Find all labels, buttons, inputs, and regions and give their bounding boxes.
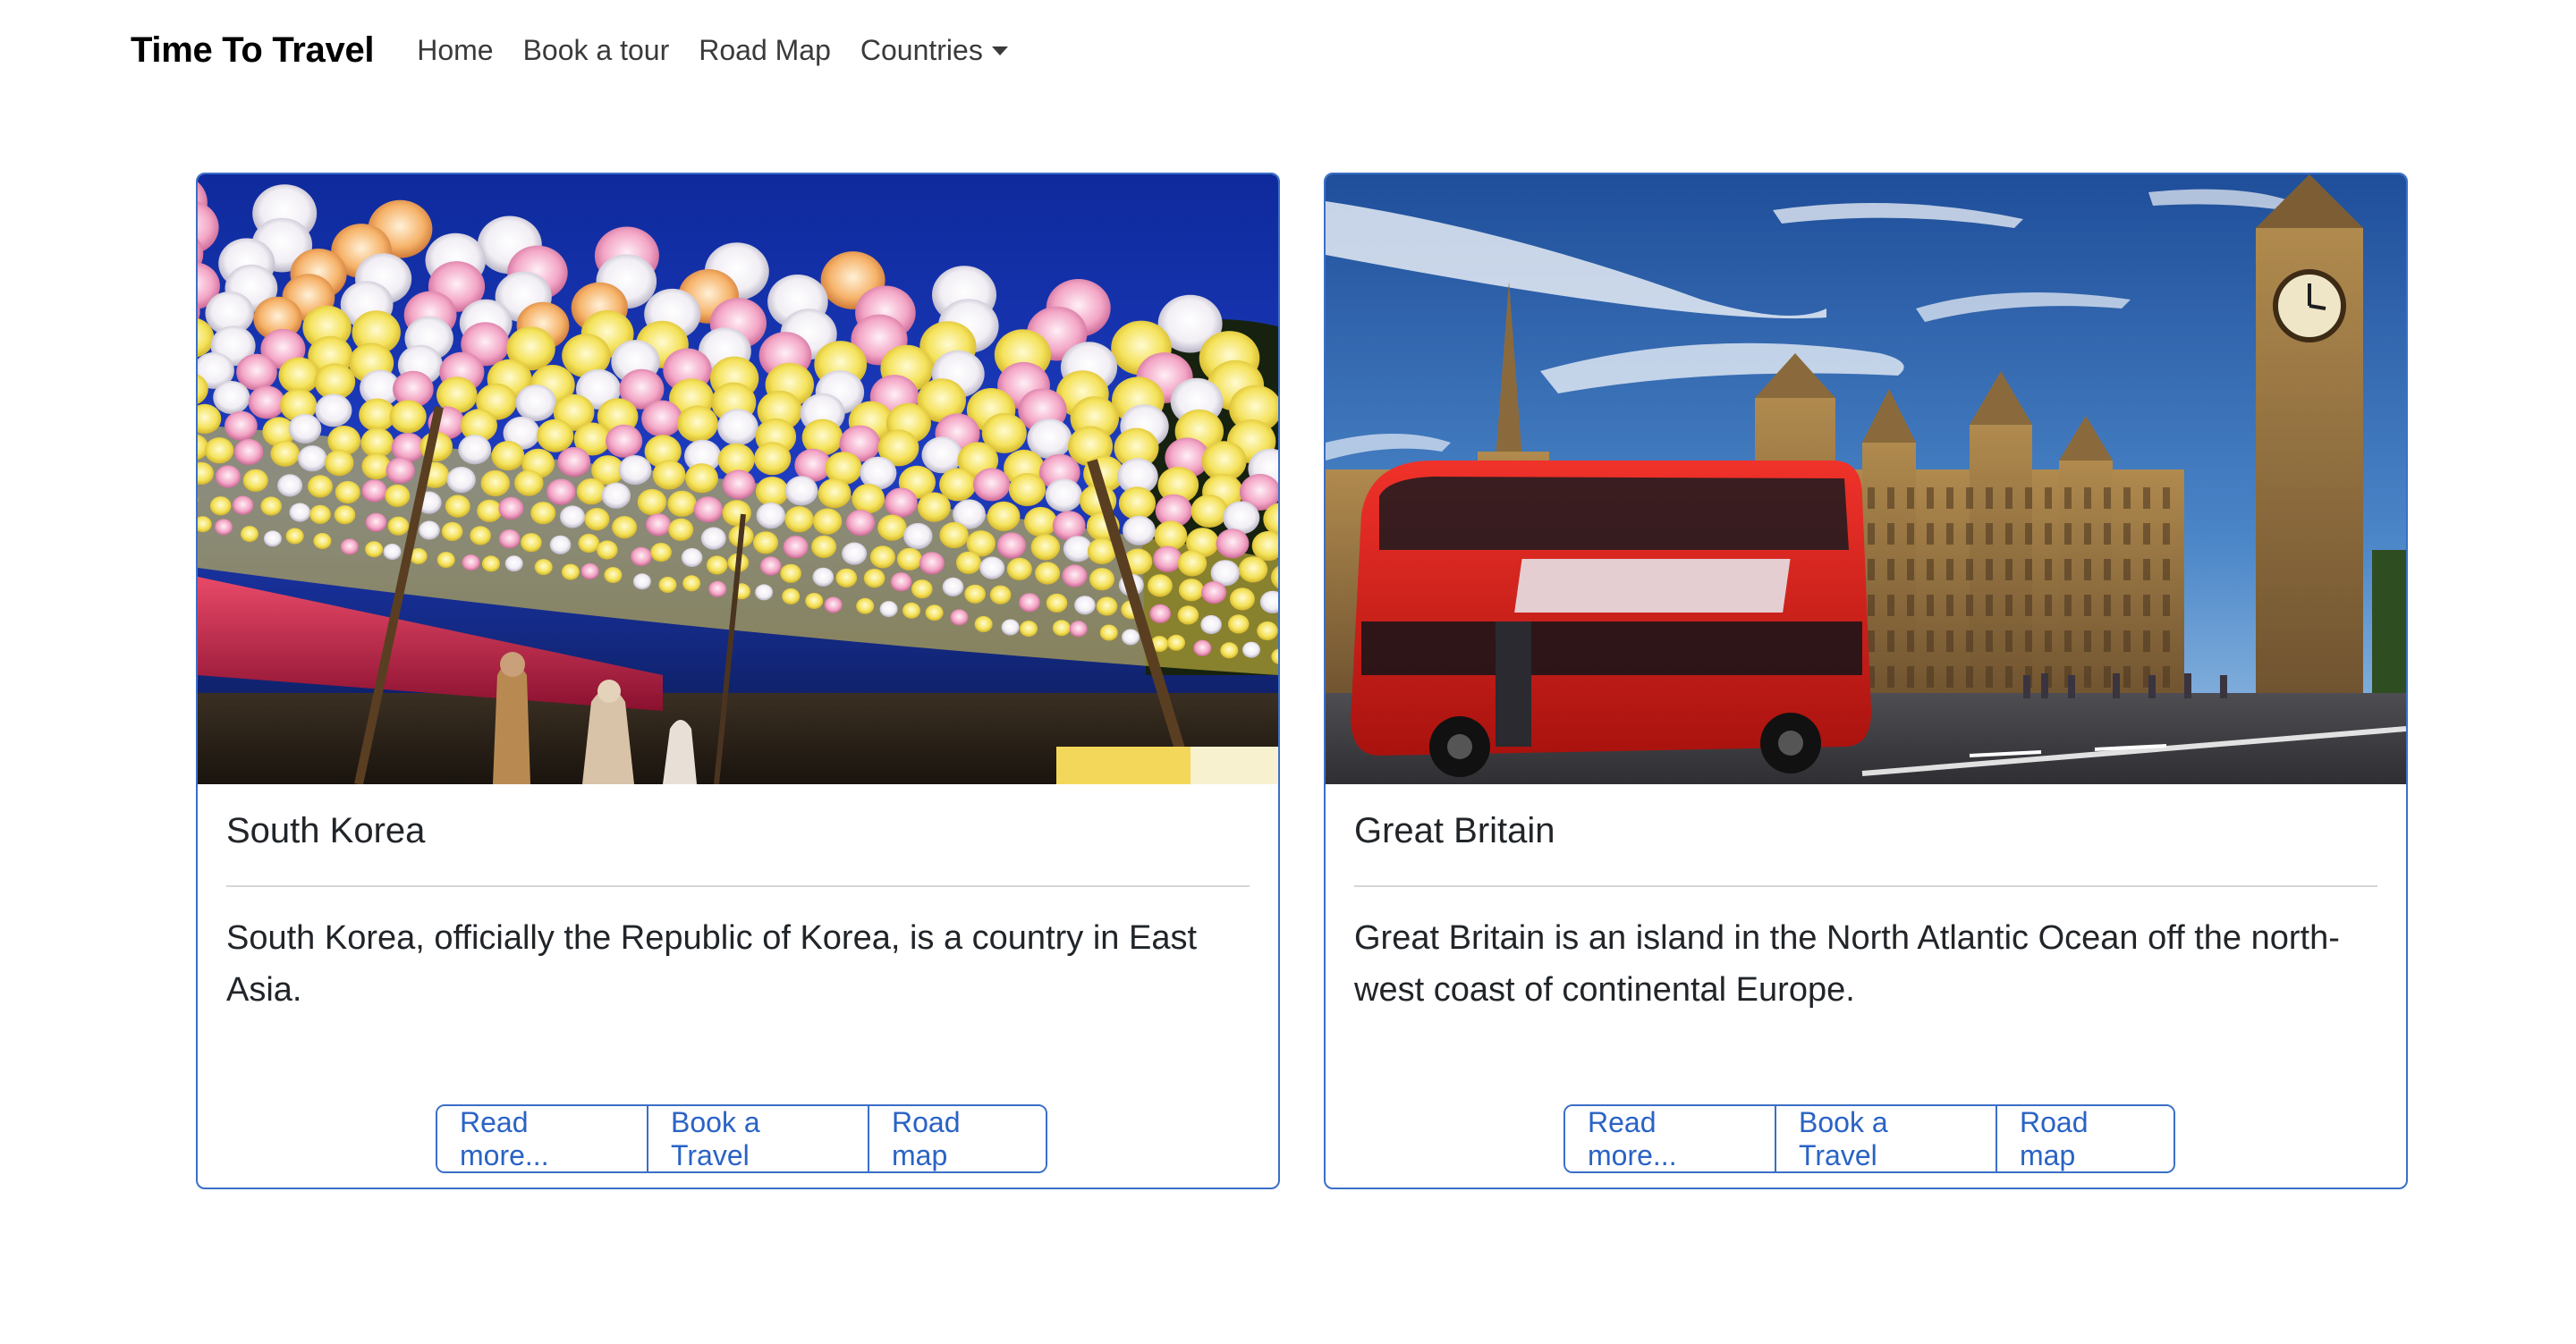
card-button-group: Read more... Book a Travel Road map: [436, 1104, 1047, 1173]
nav-link-home[interactable]: Home: [417, 34, 493, 67]
country-card-great-britain: Great Britain Great Britain is an island…: [1324, 173, 2408, 1189]
nav-dropdown-countries-label: Countries: [860, 33, 983, 66]
navbar: Time To Travel Home Book a tour Road Map…: [0, 0, 2576, 100]
book-a-travel-button[interactable]: Book a Travel: [648, 1106, 869, 1171]
read-more-button[interactable]: Read more...: [437, 1106, 648, 1171]
road-map-button[interactable]: Road map: [1997, 1106, 2174, 1171]
card-text: Great Britain is an island in the North …: [1354, 919, 2340, 1009]
read-more-button[interactable]: Read more...: [1565, 1106, 1776, 1171]
card-image-great-britain: [1326, 174, 2406, 784]
nav-dropdown-countries[interactable]: Countries: [860, 34, 1008, 67]
card-image-south-korea: [198, 174, 1278, 784]
chevron-down-icon: [991, 46, 1008, 55]
card-button-group: Read more... Book a Travel Road map: [1563, 1104, 2175, 1173]
nav-link-book-a-tour[interactable]: Book a tour: [523, 34, 670, 67]
book-a-travel-button[interactable]: Book a Travel: [1776, 1106, 1997, 1171]
road-map-button[interactable]: Road map: [869, 1106, 1046, 1171]
card-text: South Korea, officially the Republic of …: [226, 919, 1198, 1009]
nav-link-road-map[interactable]: Road Map: [699, 34, 831, 67]
brand-logo[interactable]: Time To Travel: [131, 30, 375, 71]
card-title: South Korea: [226, 811, 426, 850]
country-card-south-korea: South Korea South Korea, officially the …: [196, 173, 1280, 1189]
divider: [1354, 885, 2377, 887]
divider: [226, 885, 1250, 887]
card-title: Great Britain: [1354, 811, 1555, 850]
